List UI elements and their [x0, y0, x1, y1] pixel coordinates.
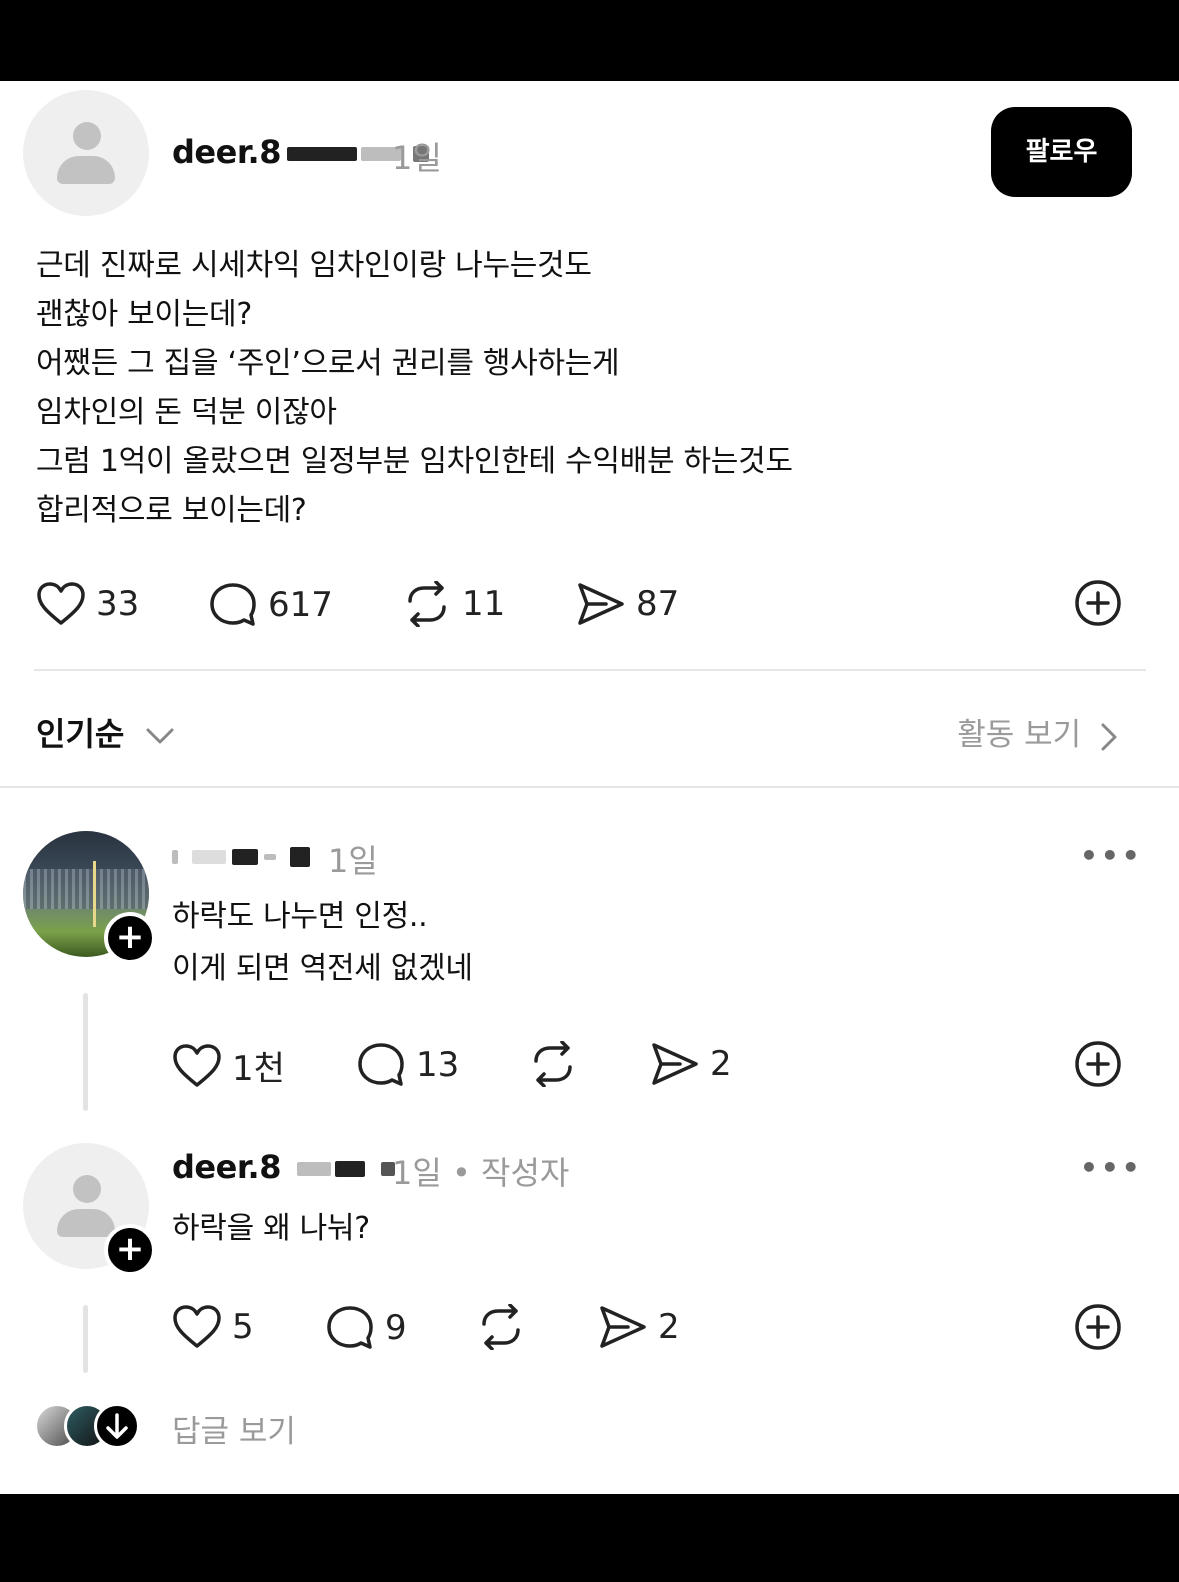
sort-label: 인기순: [36, 715, 125, 753]
view-replies-link[interactable]: 답글 보기: [172, 1406, 296, 1451]
reply-share-count: 2: [658, 1307, 680, 1347]
like-button[interactable]: 33: [36, 581, 139, 627]
more-options-icon[interactable]: •••: [1080, 839, 1143, 872]
redacted-username: [172, 850, 178, 864]
comment-timestamp: 1일: [328, 842, 378, 880]
comment-quote-button[interactable]: [1073, 1039, 1123, 1089]
redacted-username: [192, 850, 226, 864]
comment-repost-button[interactable]: [528, 1041, 578, 1087]
reply-repost-button[interactable]: [476, 1304, 526, 1350]
chevron-down-icon: [146, 728, 174, 744]
heart-icon: [173, 1305, 221, 1348]
comment-like-count: 1천: [232, 1049, 285, 1089]
redacted-username: [286, 147, 357, 161]
add-to-quote-button[interactable]: [1073, 578, 1123, 628]
reply-author-username[interactable]: deer.8: [172, 1148, 395, 1186]
post-body: 근데 진짜로 시세차익 임차인이랑 나누는것도 괜찮아 보이는데? 어쨌든 그 …: [36, 248, 793, 528]
arrow-down-icon: [106, 1413, 128, 1439]
thread-connector-line: [83, 1305, 88, 1373]
redacted-username: [232, 849, 258, 865]
repost-icon: [482, 1304, 520, 1350]
plus-bubble-icon: [1075, 580, 1121, 626]
status-bar: [0, 0, 1179, 81]
repost-icon: [408, 581, 446, 627]
redacted-username: [290, 847, 310, 867]
thread-connector-line: [83, 993, 88, 1111]
comment-bubble-icon: [358, 1043, 404, 1086]
follow-plus-badge[interactable]: +: [104, 1224, 156, 1276]
repost-count: 11: [462, 584, 506, 624]
reply-body: 하락을 왜 나눠?: [172, 1211, 370, 1246]
post-timestamp: 1일: [392, 139, 442, 177]
post-divider: [34, 669, 1146, 671]
default-user-icon-head: [73, 1175, 101, 1203]
follow-button[interactable]: 팔로우: [991, 107, 1132, 197]
chevron-right-icon: [1101, 723, 1117, 750]
comment-count: 617: [268, 585, 333, 625]
comment-share-button[interactable]: 2: [650, 1041, 732, 1087]
reply-reply-count: 9: [385, 1308, 407, 1348]
sort-dropdown[interactable]: 인기순: [36, 709, 175, 755]
navigation-bar: [0, 1494, 1179, 1582]
comment-bubble-icon: [210, 583, 256, 626]
thread-screen: deer.8 1일 팔로우 근데 진짜로 시세차익 임차인이랑 나누는것도 괜찮…: [0, 81, 1179, 1494]
send-icon: [600, 1306, 646, 1348]
avatar-photo-stands: [23, 869, 149, 909]
follow-plus-badge[interactable]: +: [104, 912, 156, 964]
reply-avatars-stack[interactable]: [34, 1403, 144, 1453]
default-user-icon-head: [73, 122, 101, 150]
comment-button[interactable]: 617: [208, 581, 333, 629]
heart-icon: [173, 1043, 221, 1087]
mini-avatar: [94, 1403, 140, 1449]
activity-label: 활동 보기: [957, 717, 1082, 753]
comment-like-button[interactable]: 1천: [172, 1041, 285, 1090]
reply-like-button[interactable]: 5: [172, 1304, 254, 1350]
heart-icon: [37, 582, 85, 625]
send-icon: [578, 583, 624, 625]
reply-share-button[interactable]: 2: [598, 1304, 680, 1350]
repost-icon: [534, 1041, 572, 1087]
more-options-icon[interactable]: •••: [1080, 1151, 1143, 1184]
reply-reply-button[interactable]: 9: [325, 1304, 407, 1352]
reply-quote-button[interactable]: [1073, 1302, 1123, 1352]
comment-reply-button[interactable]: 13: [356, 1041, 459, 1089]
post-author-username[interactable]: deer.8: [172, 133, 429, 171]
view-activity-link[interactable]: 활동 보기: [957, 709, 1119, 754]
comment-author-username[interactable]: [172, 836, 310, 874]
redacted-username: [334, 1161, 365, 1177]
section-divider: [0, 786, 1179, 788]
send-icon: [652, 1043, 698, 1085]
comment-reply-count: 13: [416, 1045, 460, 1085]
plus-bubble-icon: [1075, 1041, 1121, 1087]
redacted-username: [264, 854, 276, 860]
reply-like-count: 5: [232, 1307, 254, 1347]
redacted-username: [296, 1162, 331, 1176]
default-user-icon-body: [57, 1209, 115, 1237]
default-user-icon-body: [57, 156, 115, 184]
share-button[interactable]: 87: [576, 581, 679, 627]
comment-body: 하락도 나누면 인정.. 이게 되면 역전세 없겠네: [172, 899, 473, 986]
like-count: 33: [96, 584, 140, 624]
comment-bubble-icon: [327, 1306, 373, 1349]
avatar-photo-pole: [93, 861, 96, 927]
post-author-avatar[interactable]: [23, 90, 149, 216]
author-tag: • 작성자: [451, 1154, 570, 1192]
share-count: 87: [636, 584, 680, 624]
reply-timestamp: 1일 • 작성자: [392, 1154, 570, 1192]
repost-button[interactable]: 11: [402, 581, 505, 627]
comment-share-count: 2: [710, 1044, 732, 1084]
plus-bubble-icon: [1075, 1304, 1121, 1350]
